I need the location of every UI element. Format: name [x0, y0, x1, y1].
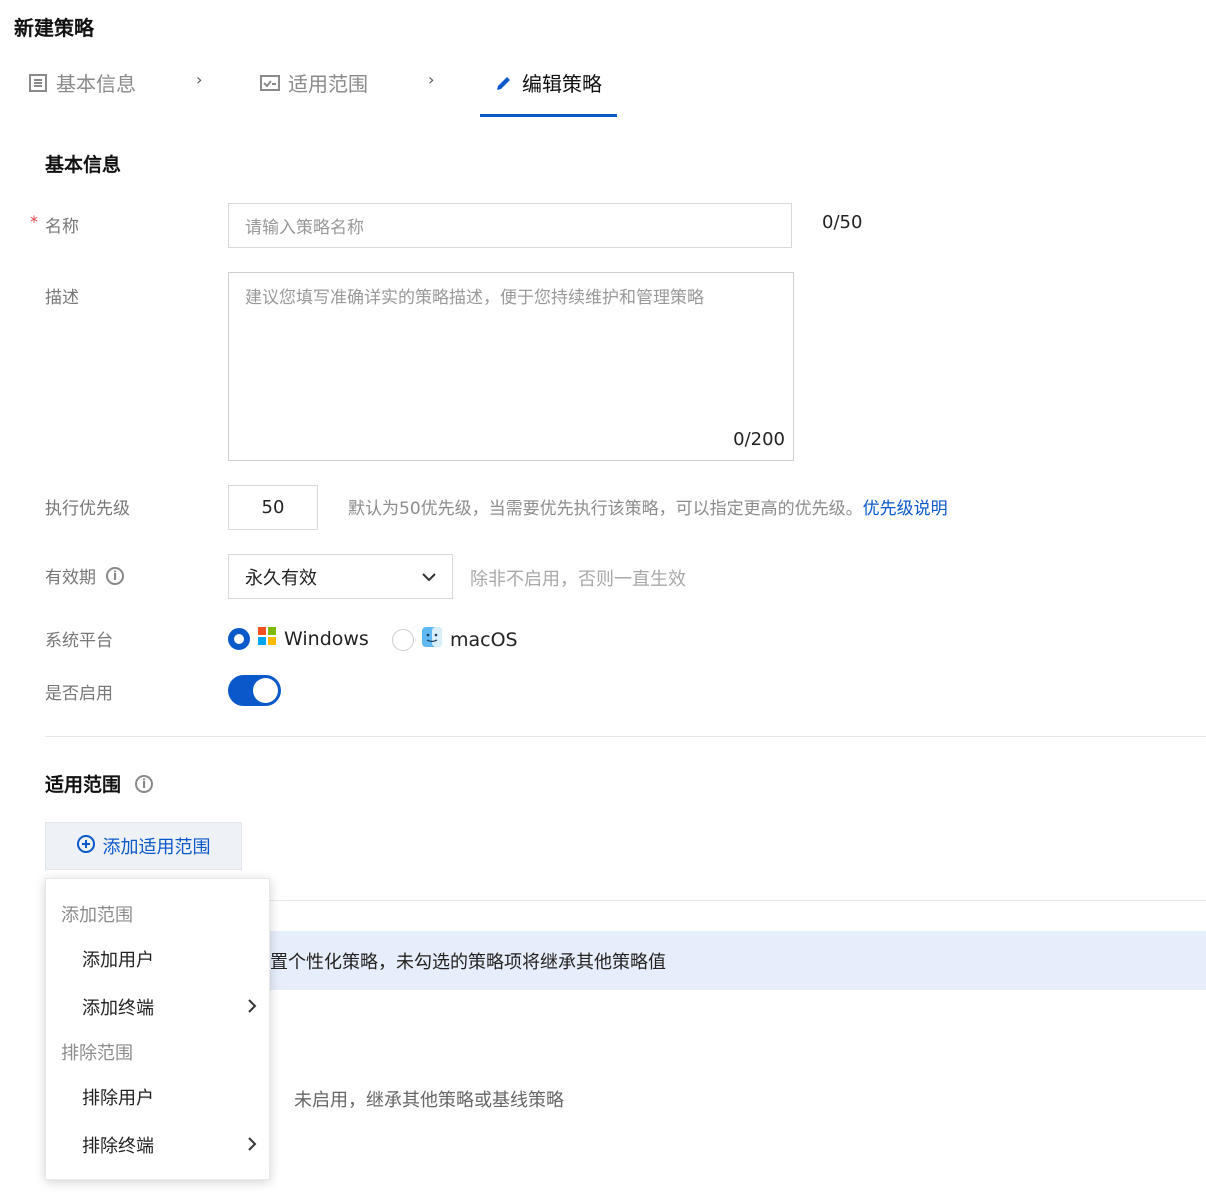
- validity-select[interactable]: 永久有效: [228, 554, 453, 599]
- step-scope[interactable]: 适用范围: [260, 68, 368, 97]
- description-placeholder: 建议您填写准确详实的策略描述，便于您持续维护和管理策略: [245, 288, 704, 308]
- priority-label: 执行优先级: [45, 499, 130, 519]
- plus-circle-icon: [76, 834, 95, 858]
- priority-input[interactable]: 50: [228, 485, 318, 530]
- description-textarea[interactable]: 建议您填写准确详实的策略描述，便于您持续维护和管理策略 0/200: [228, 272, 794, 461]
- step-label: 适用范围: [288, 72, 368, 96]
- name-label: 名称: [45, 217, 79, 237]
- inherit-status-text: 未启用，继承其他策略或基线策略: [294, 1090, 564, 1111]
- required-mark: *: [30, 212, 38, 231]
- scope-title: 适用范围 i: [45, 770, 154, 797]
- windows-logo-icon: [258, 627, 276, 650]
- info-icon[interactable]: i: [106, 566, 124, 585]
- enable-toggle[interactable]: [228, 675, 281, 706]
- platform-label: 系统平台: [45, 631, 113, 651]
- info-banner-text: 置个性化策略，未勾选的策略项将继承其他策略值: [270, 951, 666, 973]
- add-scope-dropdown-menu: 添加范围 添加用户 添加终端 排除范围 排除用户 排除终端: [45, 878, 270, 1180]
- name-input[interactable]: 请输入策略名称: [228, 203, 792, 248]
- page-title: 新建策略: [14, 16, 94, 40]
- section-divider: [45, 736, 1206, 737]
- chevron-right-icon: [248, 997, 257, 1018]
- toggle-knob: [253, 678, 278, 703]
- description-counter: 0/200: [733, 429, 785, 450]
- validity-label: 有效期 i: [45, 563, 124, 588]
- chevron-right-icon: ›: [428, 70, 435, 89]
- chevron-right-icon: [248, 1135, 257, 1156]
- description-label: 描述: [45, 288, 79, 308]
- name-counter: 0/50: [822, 212, 863, 233]
- add-scope-label: 添加适用范围: [102, 837, 211, 858]
- step-edit-policy[interactable]: 编辑策略: [494, 68, 602, 97]
- add-scope-button[interactable]: 添加适用范围: [45, 822, 242, 870]
- pencil-icon: [494, 73, 514, 93]
- menu-group-exclude: 排除范围: [61, 1043, 133, 1064]
- chevron-down-icon: [422, 566, 436, 587]
- list-icon: [28, 73, 48, 93]
- step-label: 基本信息: [56, 72, 136, 96]
- step-nav: 基本信息 › 适用范围 › 编辑策略: [0, 58, 1206, 118]
- enable-label: 是否启用: [45, 684, 113, 704]
- platform-radio-windows[interactable]: Windows: [228, 627, 369, 650]
- platform-radio-macos[interactable]: macOS: [392, 627, 518, 652]
- validity-hint: 除非不启用，否则一直生效: [470, 569, 686, 590]
- priority-help-link[interactable]: 优先级说明: [863, 499, 948, 519]
- platform-option-label: Windows: [284, 627, 369, 650]
- step-basic-info[interactable]: 基本信息: [28, 68, 136, 97]
- checklist-icon: [260, 73, 280, 93]
- basic-info-title: 基本信息: [45, 154, 122, 176]
- menu-item-exclude-terminal[interactable]: 排除终端: [82, 1132, 257, 1158]
- chevron-right-icon: ›: [196, 70, 203, 89]
- platform-option-label: macOS: [450, 628, 518, 651]
- info-icon[interactable]: i: [135, 774, 154, 793]
- radio-unselected: [392, 628, 414, 651]
- menu-item-exclude-user[interactable]: 排除用户: [82, 1084, 257, 1110]
- finder-logo-icon: [422, 627, 442, 652]
- step-label: 编辑策略: [522, 72, 602, 96]
- menu-item-add-terminal[interactable]: 添加终端: [82, 994, 257, 1020]
- radio-selected: [228, 627, 250, 650]
- menu-group-add: 添加范围: [61, 905, 133, 926]
- priority-hint: 默认为50优先级，当需要优先执行该策略，可以指定更高的优先级。优先级说明: [348, 499, 948, 519]
- active-step-indicator: [480, 114, 617, 117]
- menu-item-add-user[interactable]: 添加用户: [82, 946, 257, 972]
- validity-value: 永久有效: [245, 567, 317, 589]
